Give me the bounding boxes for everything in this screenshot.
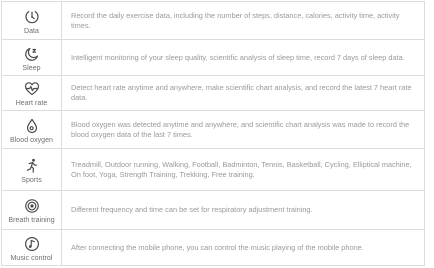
heart-rate-icon — [24, 82, 39, 96]
feature-icon-cell: Music control — [1, 230, 62, 265]
feature-row-data: Data Record the daily exercise data, inc… — [1, 2, 425, 40]
feature-description: Blood oxygen was detected anytime and an… — [71, 119, 410, 139]
feature-table-wrapper: Data Record the daily exercise data, inc… — [0, 0, 434, 268]
feature-table: Data Record the daily exercise data, inc… — [1, 1, 425, 266]
breath-circle-icon — [24, 199, 39, 213]
feature-icon-cell: Heart rate — [1, 76, 62, 110]
feature-description: Intelligent monitoring of your sleep qua… — [71, 52, 405, 62]
feature-row-breath-training: Breath training Different frequency and … — [1, 191, 425, 230]
feature-description-cell: Blood oxygen was detected anytime and an… — [62, 111, 425, 148]
feature-icon-cell: Breath training — [1, 191, 62, 229]
feature-description-cell: Record the daily exercise data, includin… — [62, 2, 425, 39]
feature-label: Breath training — [8, 217, 55, 224]
feature-row-sports: Sports Treadmill, Outdoor running, Walki… — [1, 149, 425, 191]
feature-description-cell: Detect heart rate anytime and anywhere, … — [62, 76, 425, 110]
feature-icon-cell: Sleep — [1, 40, 62, 75]
feature-row-heart-rate: Heart rate Detect heart rate anytime and… — [1, 76, 425, 111]
feature-icon-cell: Sports — [1, 149, 62, 190]
feature-description-cell: Treadmill, Outdoor running, Walking, Foo… — [62, 149, 425, 190]
feature-label: Blood oxygen — [9, 136, 54, 144]
feature-description: After connecting the mobile phone, you c… — [71, 242, 364, 252]
feature-description: Different frequency and time can be set … — [71, 205, 313, 214]
feature-description: Detect heart rate anytime and anywhere, … — [71, 83, 412, 102]
music-note-icon — [24, 236, 39, 251]
feature-description-cell: Different frequency and time can be set … — [62, 191, 425, 229]
feature-description-cell: After connecting the mobile phone, you c… — [62, 230, 425, 265]
feature-row-music-control: Music control After connecting the mobil… — [1, 230, 425, 266]
feature-description: Treadmill, Outdoor running, Walking, Foo… — [71, 159, 412, 179]
running-person-icon — [26, 158, 37, 173]
feature-row-blood-oxygen: Blood oxygen Blood oxygen was detected a… — [1, 111, 425, 149]
feature-description: Record the daily exercise data, includin… — [71, 10, 400, 30]
feature-row-sleep: Sleep Intelligent monitoring of your sle… — [1, 40, 425, 76]
feature-label: Data — [24, 27, 39, 35]
feature-icon-cell: Blood oxygen — [1, 111, 62, 148]
feature-label: Sports — [21, 176, 42, 184]
feature-label: Sleep — [22, 64, 41, 72]
blood-drop-icon — [26, 118, 37, 133]
moon-sleep-icon — [24, 47, 38, 61]
feature-label: Heart rate — [15, 100, 48, 107]
steps-gauge-icon — [24, 10, 39, 23]
feature-icon-cell: Data — [1, 2, 62, 39]
feature-description-cell: Intelligent monitoring of your sleep qua… — [62, 40, 425, 75]
feature-label: Music control — [10, 254, 53, 262]
